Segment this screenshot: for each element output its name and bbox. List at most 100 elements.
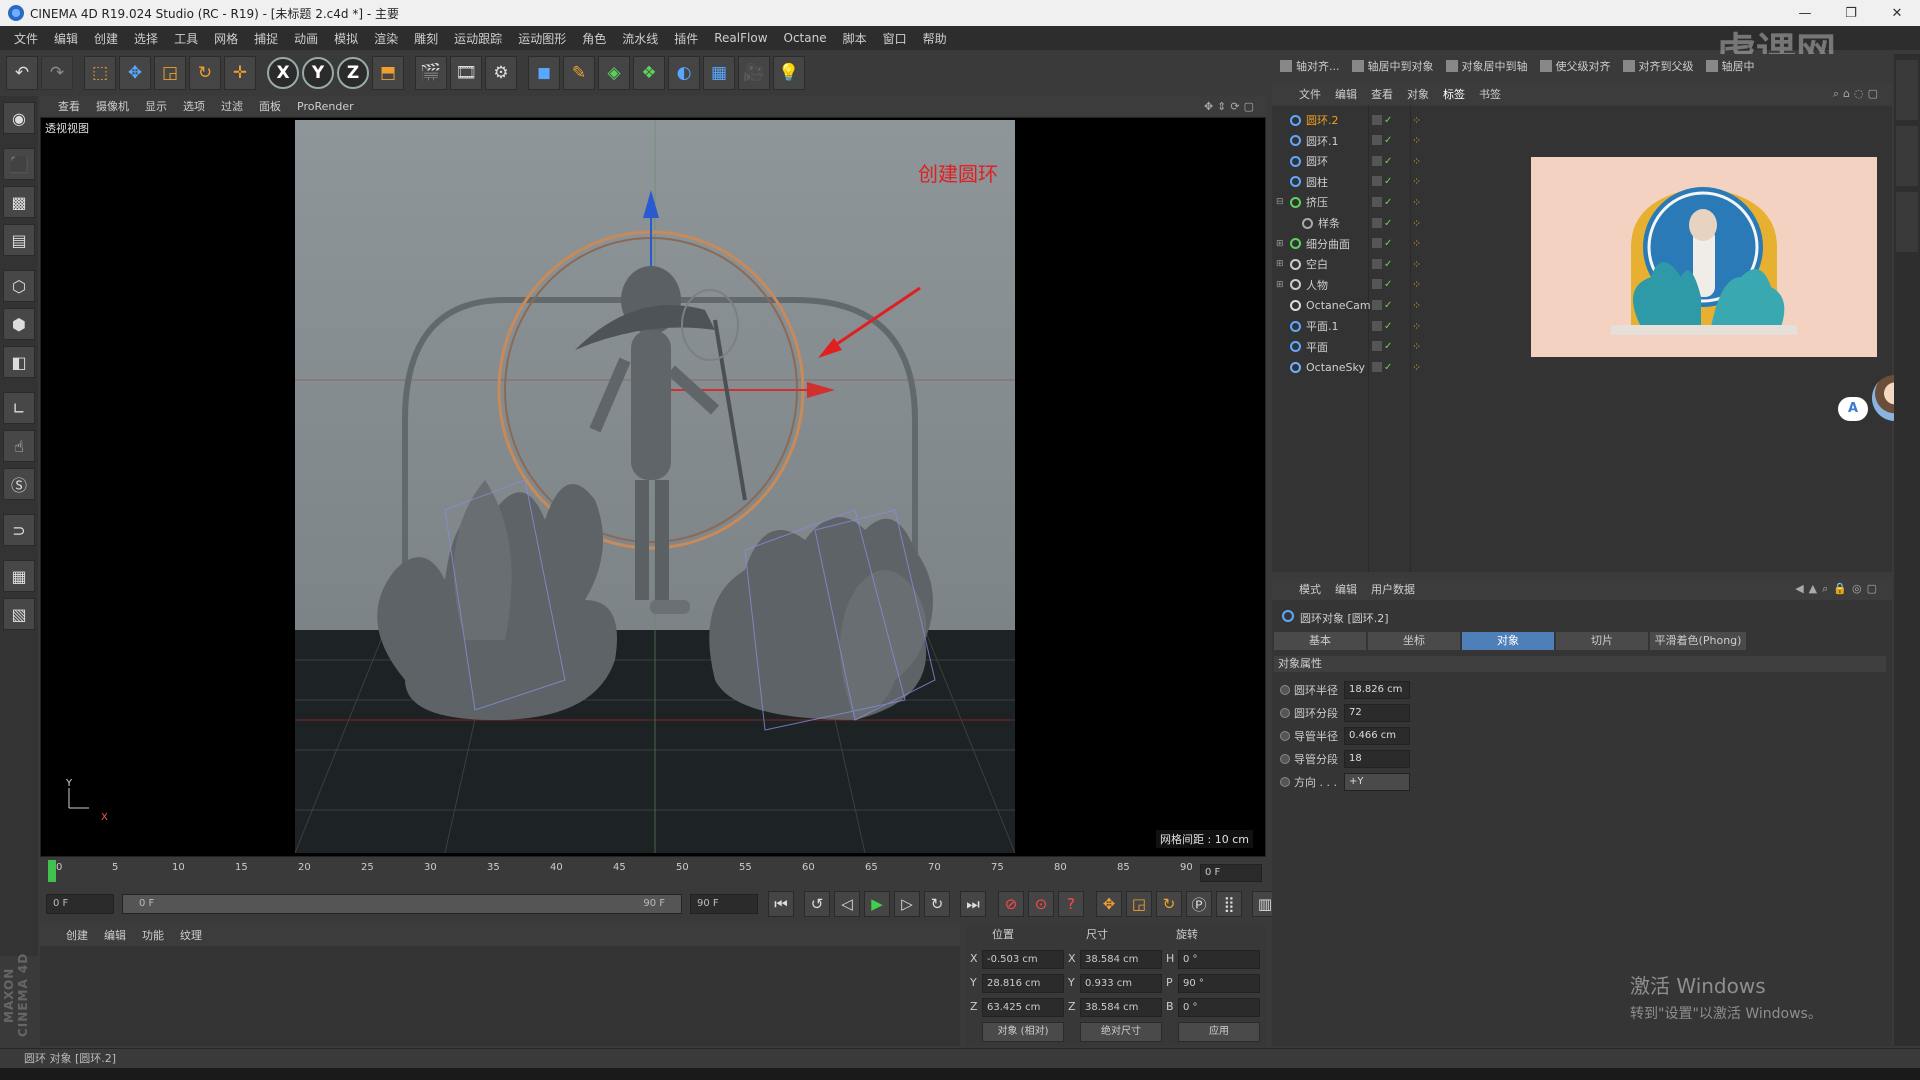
go-to-start-icon[interactable]: ⏮ bbox=[768, 891, 794, 917]
material-menu-function[interactable]: 功能 bbox=[134, 927, 172, 943]
om-search-home-icons[interactable]: ⌕⌂◌▢ bbox=[1833, 87, 1882, 101]
move-icon[interactable]: ✥ bbox=[119, 56, 151, 90]
object-tag-icon[interactable]: ⁘ bbox=[1412, 320, 1421, 333]
menu-create[interactable]: 创建 bbox=[86, 30, 126, 47]
object-tag-icon[interactable]: ⁘ bbox=[1412, 299, 1421, 312]
magnet-icon[interactable]: ⊃ bbox=[3, 514, 35, 546]
record-keys-icon[interactable]: ⊘ bbox=[998, 891, 1024, 917]
tab-object[interactable]: 对象 bbox=[1462, 632, 1554, 650]
axis-center-to-object-button[interactable]: 轴居中到对象 bbox=[1351, 58, 1434, 74]
menu-edit[interactable]: 编辑 bbox=[46, 30, 86, 47]
rotation-h-field[interactable]: 0 ° bbox=[1178, 950, 1260, 969]
deformer-icon[interactable]: ◐ bbox=[668, 56, 700, 90]
object-name[interactable]: 挤压 bbox=[1306, 194, 1328, 210]
timeline-playhead[interactable] bbox=[48, 860, 56, 882]
object-tag-icon[interactable]: ⁘ bbox=[1412, 114, 1421, 127]
object-name[interactable]: 圆柱 bbox=[1306, 174, 1328, 190]
expand-toggle-icon[interactable]: ⊞ bbox=[1276, 259, 1284, 269]
viewport-menu-prorender[interactable]: ProRender bbox=[289, 100, 362, 113]
visibility-flags[interactable]: ✓ bbox=[1372, 155, 1394, 167]
anim-radio[interactable] bbox=[1280, 731, 1290, 741]
side-tab[interactable] bbox=[1896, 126, 1918, 186]
object-tag-icon[interactable]: ⁘ bbox=[1412, 361, 1421, 374]
om-menu-file[interactable]: 文件 bbox=[1292, 86, 1328, 102]
position-z-field[interactable]: 63.425 cm bbox=[982, 998, 1064, 1017]
timeline-ruler[interactable]: 0 5 10 15 20 25 30 35 40 45 50 55 60 65 … bbox=[40, 858, 1266, 886]
menu-pipeline[interactable]: 流水线 bbox=[614, 30, 666, 47]
scale-icon[interactable]: ◲ bbox=[154, 56, 186, 90]
edges-mode-icon[interactable]: ⬢ bbox=[3, 308, 35, 340]
align-axis-button[interactable]: 轴对齐... bbox=[1280, 58, 1340, 74]
am-menu-edit[interactable]: 编辑 bbox=[1328, 581, 1364, 597]
end-frame-field[interactable]: 90 F bbox=[690, 894, 758, 914]
visibility-flags[interactable]: ✓ bbox=[1372, 320, 1394, 332]
om-menu-edit[interactable]: 编辑 bbox=[1328, 86, 1364, 102]
object-name[interactable]: 空白 bbox=[1306, 256, 1328, 272]
floor-icon[interactable]: ▦ bbox=[703, 56, 735, 90]
menu-mesh[interactable]: 网格 bbox=[206, 30, 246, 47]
viewport-menu-filter[interactable]: 过滤 bbox=[213, 98, 251, 114]
locked-workplane-icon[interactable]: ▧ bbox=[3, 598, 35, 630]
align-to-parent-button[interactable]: 使父级对齐 bbox=[1539, 58, 1611, 74]
rotation-b-field[interactable]: 0 ° bbox=[1178, 998, 1260, 1017]
previous-frame-icon[interactable]: ◁ bbox=[834, 891, 860, 917]
ring-radius-field[interactable]: 18.826 cm bbox=[1344, 681, 1410, 699]
viewport-menu-display[interactable]: 显示 bbox=[137, 98, 175, 114]
object-center-to-axis-button[interactable]: 对象居中到轴 bbox=[1445, 58, 1528, 74]
object-tag-icon[interactable]: ⁘ bbox=[1412, 175, 1421, 188]
menu-snap[interactable]: 捕捉 bbox=[246, 30, 286, 47]
visibility-flags[interactable]: ✓ bbox=[1372, 176, 1394, 187]
am-nav-icons[interactable]: ◀▲⌕🔒◎▢ bbox=[1795, 582, 1882, 596]
menu-file[interactable]: 文件 bbox=[6, 30, 46, 47]
object-tag-icon[interactable]: ⁘ bbox=[1412, 134, 1421, 147]
coords-apply-button[interactable]: 应用 bbox=[1178, 1022, 1260, 1042]
make-editable-icon[interactable]: ◉ bbox=[3, 102, 35, 134]
visibility-flags[interactable]: ✓ bbox=[1372, 217, 1394, 229]
menu-help[interactable]: 帮助 bbox=[915, 30, 955, 47]
key-rotation-icon[interactable]: ↻ bbox=[1156, 891, 1182, 917]
object-row[interactable]: 圆环.1 ✓ ⁘ bbox=[1272, 131, 1892, 151]
object-name[interactable]: OctaneCam bbox=[1306, 299, 1371, 312]
current-frame-field[interactable]: 0 F bbox=[1200, 864, 1262, 882]
key-pla-icon[interactable]: ⣿ bbox=[1216, 891, 1242, 917]
texture-mode-icon[interactable]: ▩ bbox=[3, 186, 35, 218]
expand-toggle-icon[interactable]: ⊞ bbox=[1276, 280, 1284, 290]
visibility-flags[interactable]: ✓ bbox=[1372, 299, 1394, 311]
viewport-menu-panel[interactable]: 面板 bbox=[251, 98, 289, 114]
object-name[interactable]: 平面 bbox=[1306, 339, 1328, 355]
key-scale-icon[interactable]: ◲ bbox=[1126, 891, 1152, 917]
render-view-icon[interactable]: 🎬 bbox=[415, 56, 447, 90]
tweak-mode-icon[interactable]: ☝ bbox=[3, 430, 35, 462]
object-name[interactable]: 细分曲面 bbox=[1306, 236, 1350, 252]
visibility-flags[interactable]: ✓ bbox=[1372, 238, 1394, 249]
object-name[interactable]: 圆环.2 bbox=[1306, 112, 1339, 128]
object-tag-icon[interactable]: ⁘ bbox=[1412, 278, 1421, 291]
transform-icon[interactable]: ✛ bbox=[224, 56, 256, 90]
pipe-radius-field[interactable]: 0.466 cm bbox=[1344, 727, 1410, 745]
pipe-segments-field[interactable]: 18 bbox=[1344, 750, 1410, 768]
render-picture-viewer-icon[interactable]: 🎞 bbox=[450, 56, 482, 90]
tab-coord[interactable]: 坐标 bbox=[1368, 632, 1460, 650]
object-name[interactable]: 样条 bbox=[1318, 215, 1340, 231]
side-tab[interactable] bbox=[1896, 192, 1918, 252]
menu-motion-tracking[interactable]: 运动跟踪 bbox=[446, 30, 510, 47]
am-menu-user-data[interactable]: 用户数据 bbox=[1364, 581, 1422, 597]
key-position-icon[interactable]: ✥ bbox=[1096, 891, 1122, 917]
menu-window[interactable]: 窗口 bbox=[875, 30, 915, 47]
position-y-field[interactable]: 28.816 cm bbox=[982, 974, 1064, 993]
orientation-dropdown[interactable]: +Y bbox=[1344, 773, 1410, 791]
ring-segments-field[interactable]: 72 bbox=[1344, 704, 1410, 722]
camera-icon[interactable]: 🎥 bbox=[738, 56, 770, 90]
play-icon[interactable]: ▶ bbox=[864, 891, 890, 917]
anim-radio[interactable] bbox=[1280, 685, 1290, 695]
object-name[interactable]: 平面.1 bbox=[1306, 318, 1339, 334]
om-menu-bookmarks[interactable]: 书签 bbox=[1472, 86, 1508, 102]
viewport-menu-options[interactable]: 选项 bbox=[175, 98, 213, 114]
array-icon[interactable]: ❖ bbox=[633, 56, 665, 90]
object-tag-icon[interactable]: ⁘ bbox=[1412, 258, 1421, 271]
material-menu-edit[interactable]: 编辑 bbox=[96, 927, 134, 943]
next-key-icon[interactable]: ↻ bbox=[924, 891, 950, 917]
coords-size-mode-dropdown[interactable]: 绝对尺寸 bbox=[1080, 1022, 1162, 1042]
menu-select[interactable]: 选择 bbox=[126, 30, 166, 47]
visibility-flags[interactable]: ✓ bbox=[1372, 114, 1394, 126]
